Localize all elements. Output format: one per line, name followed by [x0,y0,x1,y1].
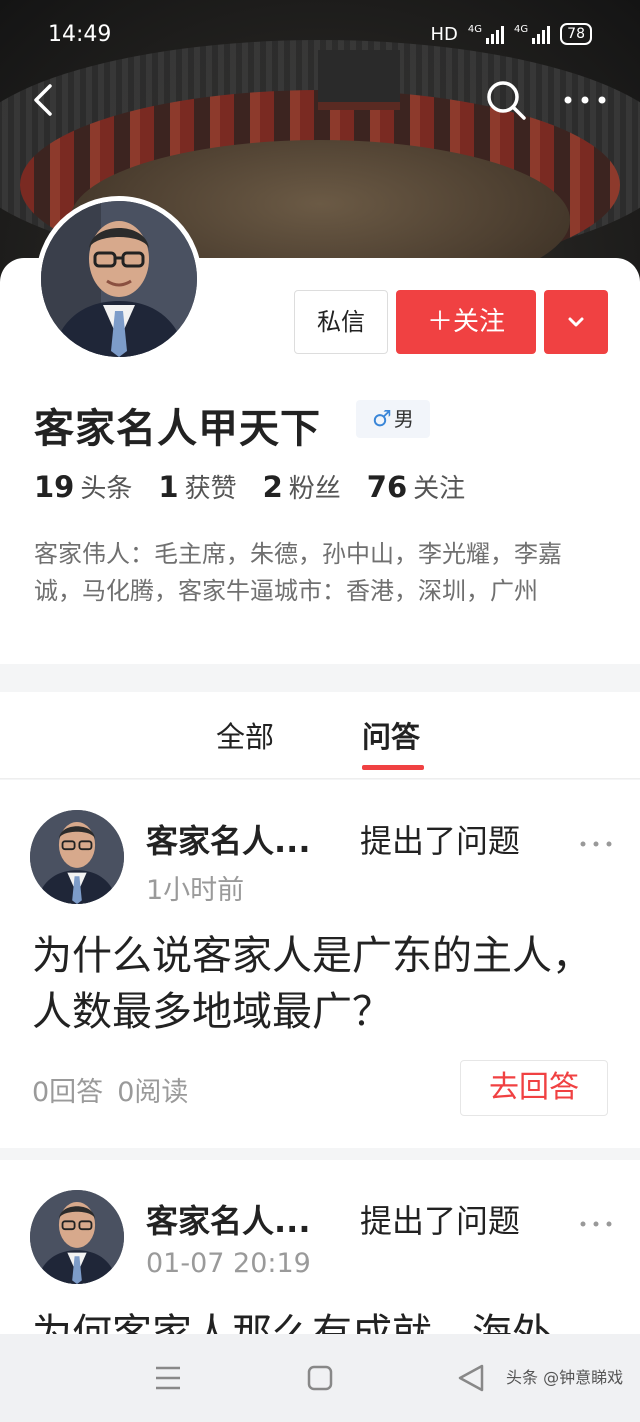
author-name[interactable]: 客家名人... [146,816,310,862]
chevron-down-icon [568,317,584,327]
feed-item[interactable]: 客家名人... 提出了问题 1小时前 为什么说客家人是广东的主人，人数最多地域最… [0,780,640,1148]
hd-indicator: HD [430,23,458,45]
post-action: 提出了问题 [360,822,521,860]
profile-stats: 19 头条 1 获赞 2 粉丝 76 关注 [34,468,465,505]
more-dots-icon [564,96,606,104]
answer-count: 0回答 [32,1077,104,1108]
gender-label: 男 [393,407,414,431]
tab-all[interactable]: 全部 [216,714,274,756]
status-indicators: HD 4G 4G 78 [431,23,592,45]
message-button[interactable]: 私信 [294,290,388,354]
person-portrait-image [30,810,124,904]
post-more-button[interactable] [578,832,614,856]
person-portrait-image [30,1190,124,1284]
back-triangle-icon [458,1364,484,1392]
home-square-icon [307,1365,333,1391]
back-arrow-icon [34,84,52,116]
post-more-button[interactable] [578,1212,614,1236]
search-button[interactable] [484,78,528,122]
menu-lines-icon [156,1366,180,1390]
answer-button[interactable]: 去回答 [460,1060,608,1116]
more-button[interactable] [560,80,610,120]
recent-apps-button[interactable] [152,1364,184,1392]
top-nav [0,72,640,128]
stat-fans[interactable]: 2 粉丝 [263,468,341,505]
status-time: 14:49 [48,22,112,47]
content-tabs: 全部 问答 [0,692,640,779]
person-portrait-image [41,201,197,357]
search-icon [487,81,526,120]
battery-icon: 78 [560,23,592,45]
read-count: 0阅读 [117,1077,189,1108]
author-avatar[interactable] [30,810,124,904]
profile-bio: 客家伟人：毛主席，朱德，孙中山，李光耀，李嘉诚，马化腾，客家牛逼城市：香港，深圳… [34,540,562,605]
signal-icon: 4G [514,24,551,44]
profile-avatar[interactable] [36,196,202,362]
follow-button[interactable]: ＋关注 [396,290,536,354]
system-nav-bar: 头条 @钟意睇戏 [0,1334,640,1422]
question-title[interactable]: 为什么说客家人是广东的主人，人数最多地域最广？ [32,928,592,1040]
post-time: 01-07 20:19 [146,1248,311,1279]
signal-icon: 4G [468,24,505,44]
post-meta: 0回答 0阅读 [32,1070,188,1109]
author-name[interactable]: 客家名人... [146,1196,310,1242]
feed-item[interactable]: 客家名人... 提出了问题 01-07 20:19 为何客家人那么有成就，海外 [0,1160,640,1360]
home-button[interactable] [306,1364,334,1392]
male-icon: ♂ [372,407,392,432]
system-back-button[interactable] [456,1362,486,1394]
stat-likes[interactable]: 1 获赞 [158,468,236,505]
follow-dropdown-button[interactable] [544,290,608,354]
more-dots-icon [580,841,612,847]
post-action: 提出了问题 [360,1202,521,1240]
tab-qa[interactable]: 问答 [362,714,420,756]
status-bar: 14:49 HD 4G 4G 78 [0,0,640,70]
post-time: 1小时前 [146,875,245,906]
more-dots-icon [580,1221,612,1227]
author-avatar[interactable] [30,1190,124,1284]
stat-following[interactable]: 76 关注 [367,468,465,505]
back-button[interactable] [26,80,66,120]
watermark-text: 头条 @钟意睇戏 [506,1368,624,1387]
gender-badge: ♂ 男 [356,400,430,438]
stat-articles[interactable]: 19 头条 [34,468,132,505]
profile-name: 客家名人甲天下 [34,406,321,452]
active-tab-indicator [362,765,424,770]
